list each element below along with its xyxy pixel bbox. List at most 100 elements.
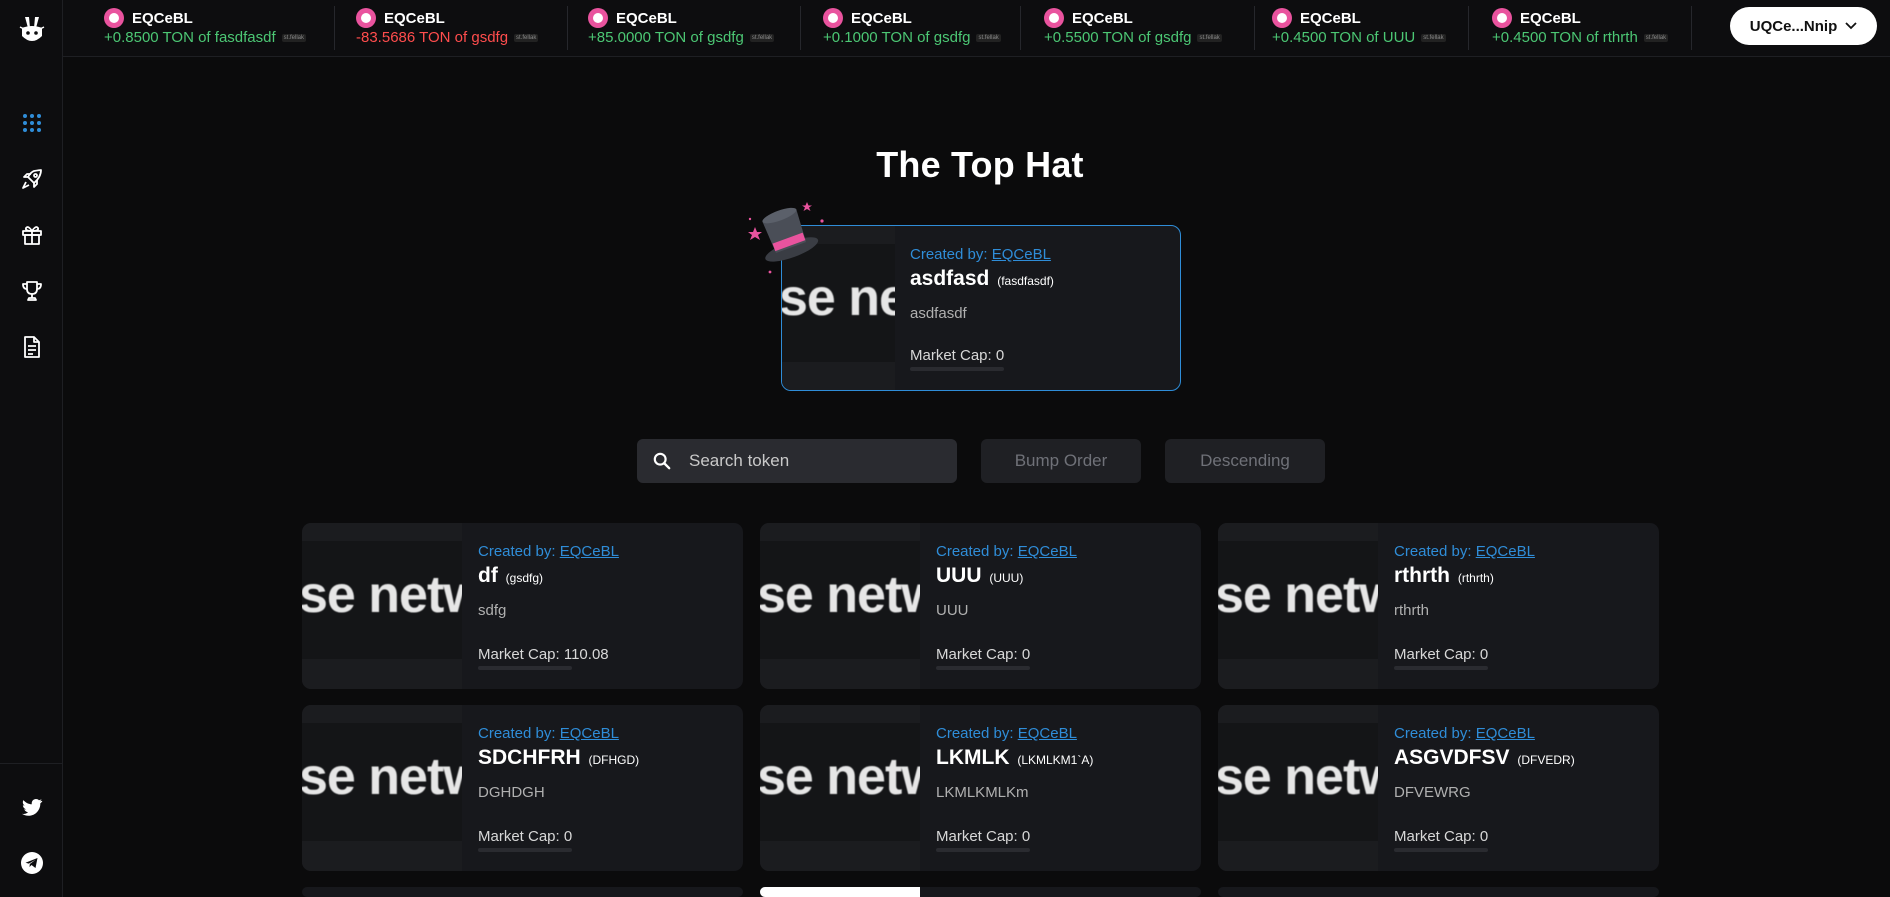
sort-order-button[interactable]: Descending [1165,439,1325,483]
ticker-amount: +0.8500 TON of fasdfasdf [104,29,276,46]
creator-link[interactable]: EQCeBL [992,246,1051,263]
token-card[interactable]: se netwo Created by: EQCeBL LKMLK (LKMLK… [760,705,1201,871]
nav-leaderboard[interactable] [0,271,63,311]
avatar [588,8,608,28]
token-image: se netwo [760,705,920,871]
ticker-item[interactable]: EQCeBL +0.8500 TON of fasdfasdf st.fellak [104,6,335,50]
image-text: se netwo [760,748,920,806]
logo-icon[interactable] [16,14,48,46]
ticker-item[interactable]: EQCeBL +85.0000 TON of gsdfg st.fellak [588,6,801,50]
avatar [356,8,376,28]
token-description: LKMLKMLKm [936,784,1029,801]
ticker-source: st.fellak [514,34,539,43]
token-card[interactable]: se netwo Created by: EQCeBL rthrth (rthr… [1218,523,1659,689]
token-image [760,887,920,897]
token-symbol: (rthrth) [1457,571,1494,585]
image-text: se netwo [1218,566,1378,624]
token-name-line: SDCHFRH (DFHGD) [478,746,639,770]
creator-link[interactable]: EQCeBL [1018,725,1077,742]
token-card[interactable] [1218,887,1659,897]
ticker-amount: +0.4500 TON of rthrth [1492,29,1638,46]
avatar [1044,8,1064,28]
sort-by-button[interactable]: Bump Order [981,439,1141,483]
ticker-item[interactable]: EQCeBL +0.5500 TON of gsdfg st.fellak [1044,6,1255,50]
token-card[interactable]: se netwo Created by: EQCeBL UUU (UUU) UU… [760,523,1201,689]
ticker-creator: EQCeBL [384,9,445,27]
token-symbol: (LKMLKM1`A) [1017,753,1094,767]
twitter-link[interactable] [0,787,63,827]
creator-line: Created by: EQCeBL [478,725,639,742]
token-image: se netwo [302,523,462,689]
chevron-down-icon [1845,22,1857,30]
created-by-label: Created by: [910,246,988,263]
market-cap: Market Cap: 0 [478,828,573,845]
top-hat-card[interactable]: se netwo Created by: EQCeBL asdfasd (fas… [781,225,1181,391]
market-cap: Market Cap: 0 [1394,828,1489,845]
token-image: se netwo [1218,523,1378,689]
creator-link[interactable]: EQCeBL [1476,725,1535,742]
token-card[interactable]: se netwo Created by: EQCeBL df (gsdfg) s… [302,523,743,689]
ticker-item[interactable]: EQCeBL +0.4500 TON of rthrth st.fellak [1492,6,1692,50]
creator-link[interactable]: EQCeBL [1476,543,1535,560]
token-description: DFVEWRG [1394,784,1471,801]
token-card[interactable] [760,887,1201,897]
nav-docs[interactable] [0,327,63,367]
created-by-label: Created by: [1394,725,1472,742]
token-name: UUU [936,564,982,587]
token-card[interactable] [302,887,743,897]
nav-rewards[interactable] [0,215,63,255]
market-cap-bar [910,367,1004,371]
avatar [823,8,843,28]
telegram-link[interactable] [0,843,63,883]
search-box[interactable] [637,439,957,483]
search-input[interactable] [689,451,929,471]
image-text: se netwo [302,748,462,806]
ticker-creator: EQCeBL [1072,9,1133,27]
ticker-source: st.fellak [1643,34,1669,43]
market-cap-bar [1394,848,1488,852]
creator-link[interactable]: EQCeBL [560,725,619,742]
market-cap-bar [936,666,1030,670]
ticker-item[interactable]: EQCeBL +0.4500 TON of UUU st.fellak [1272,6,1469,50]
market-cap-bar [936,848,1030,852]
telegram-icon [20,852,43,874]
ticker-item[interactable]: EQCeBL +0.1000 TON of gsdfg st.fellak [823,6,1021,50]
token-card[interactable]: se netwo Created by: EQCeBL SDCHFRH (DFH… [302,705,743,871]
grid-icon [22,114,41,132]
ticker-item[interactable]: EQCeBL -83.5686 TON of gsdfg st.fellak [356,6,568,50]
gift-icon [21,226,42,245]
image-text: se netwo [760,566,920,624]
ticker-source: st.fellak [281,34,306,43]
token-name-line: rthrth (rthrth) [1394,564,1535,588]
token-description: asdfasdf [910,305,967,322]
token-name-line: UUU (UUU) [936,564,1077,588]
token-card[interactable]: se netwo Created by: EQCeBL ASGVDFSV (DF… [1218,705,1659,871]
image-text: se netwo [1218,748,1378,806]
market-cap: Market Cap: 0 [936,828,1031,845]
token-description: UUU [936,602,969,619]
token-image: se netwo [1218,705,1378,871]
creator-line: Created by: EQCeBL [936,725,1093,742]
ticker-source: st.fellak [1421,34,1446,43]
market-cap: Market Cap: 0 [1394,646,1489,663]
avatar [1492,8,1512,28]
market-cap: Market Cap: 0 [936,646,1031,663]
wallet-button[interactable]: UQCe...Nnip [1730,7,1877,45]
ticker-creator: EQCeBL [1520,9,1581,27]
token-symbol: (DFHGD) [588,753,640,767]
ticker-amount: +0.5500 TON of gsdfg [1044,29,1192,46]
nav-home[interactable] [0,103,63,143]
ticker-source: st.fellak [1197,34,1222,43]
creator-link[interactable]: EQCeBL [560,543,619,560]
ticker-amount: -83.5686 TON of gsdfg [356,29,509,46]
ticker-creator: EQCeBL [616,9,677,27]
token-symbol: (UUU) [989,571,1024,585]
ticker-source: st.fellak [749,34,775,43]
token-name: LKMLK [936,746,1010,769]
sidebar [0,0,63,897]
creator-link[interactable]: EQCeBL [1018,543,1077,560]
avatar [104,8,124,28]
token-symbol: (gsdfg) [505,571,544,585]
ticker-creator: EQCeBL [132,9,193,27]
market-cap-bar [478,848,572,852]
